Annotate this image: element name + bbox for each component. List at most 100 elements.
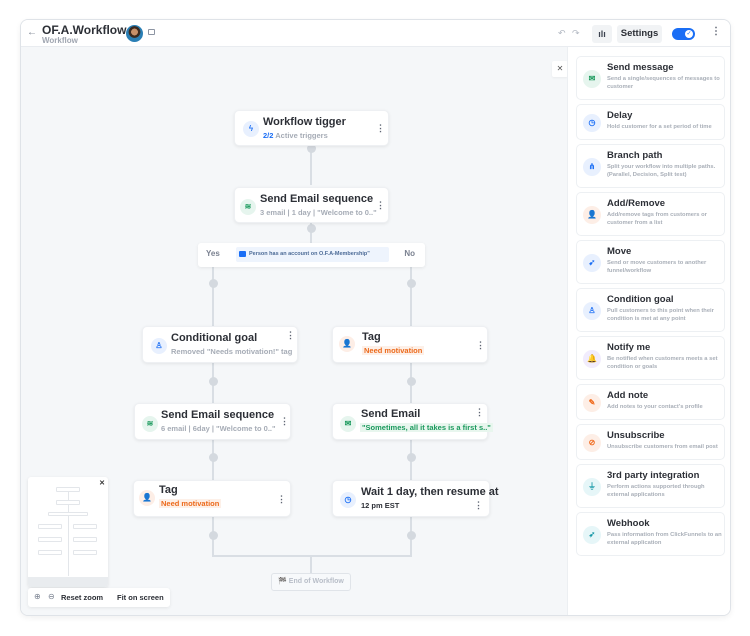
analytics-button[interactable]: ılı bbox=[592, 25, 612, 43]
user-tag-icon: 👤 bbox=[339, 336, 355, 352]
comment-icon[interactable] bbox=[148, 29, 155, 35]
conditional-goal-node[interactable]: ♙ Conditional goal Removed "Needs motiva… bbox=[142, 326, 298, 363]
fit-on-screen-button[interactable]: Fit on screen bbox=[117, 593, 164, 602]
minimap-node bbox=[38, 537, 62, 542]
note-icon: ✎ bbox=[583, 394, 601, 412]
workflow-trigger-node[interactable]: ϟ Workflow tigger 2/2 Active triggers ⋮ bbox=[234, 110, 389, 146]
connector bbox=[212, 267, 214, 327]
action-title: Unsubscribe bbox=[607, 430, 665, 441]
plug-icon: ⏚ bbox=[583, 478, 601, 496]
node-subtitle: 3 email | 1 day | "Welcome to 0.." bbox=[260, 208, 377, 217]
minimap-node bbox=[56, 500, 80, 505]
zoom-controls: ⊕ ⊖ Reset zoom Fit on screen bbox=[28, 588, 170, 607]
action-send-message[interactable]: ✉ Send message Send a single/sequences o… bbox=[576, 56, 725, 100]
minimap-node bbox=[48, 512, 88, 516]
minimap-close-icon[interactable]: ✕ bbox=[99, 479, 105, 487]
node-menu-icon[interactable]: ⋮ bbox=[286, 330, 295, 341]
rocket-icon: ➶ bbox=[583, 526, 601, 544]
action-description: Add notes to your contact's profile bbox=[607, 404, 703, 410]
reset-zoom-button[interactable]: Reset zoom bbox=[61, 593, 103, 602]
workflow-canvas[interactable]: ϟ Workflow tigger 2/2 Active triggers ⋮ … bbox=[21, 47, 568, 615]
user-tag-icon: 👤 bbox=[139, 490, 155, 506]
zoom-out-icon[interactable]: ⊖ bbox=[48, 592, 55, 601]
connector bbox=[310, 555, 312, 573]
node-menu-icon[interactable]: ⋮ bbox=[475, 407, 484, 418]
connector-dot bbox=[209, 531, 218, 540]
connector bbox=[212, 555, 412, 557]
branch-yes-label: Yes bbox=[206, 249, 220, 258]
more-options-icon[interactable]: ⋮ bbox=[711, 26, 721, 37]
connector-dot bbox=[407, 279, 416, 288]
send-email-sequence-node[interactable]: ≋ Send Email sequence 6 email | 6day | "… bbox=[134, 403, 291, 440]
layers-icon: ≋ bbox=[240, 199, 256, 215]
redo-icon[interactable]: ↷ bbox=[572, 28, 580, 39]
end-of-workflow: 🏁 End of Workflow bbox=[271, 573, 351, 591]
branch-no-label: No bbox=[404, 249, 415, 258]
action-delay[interactable]: ◷ Delay Hold customer for a set period o… bbox=[576, 104, 725, 140]
tag-node[interactable]: 👤 Tag Need motivation ⋮ bbox=[133, 480, 291, 517]
condition-icon bbox=[239, 251, 246, 257]
tag-node[interactable]: 👤 Tag Need motivation ⋮ bbox=[332, 326, 488, 363]
node-menu-icon[interactable]: ⋮ bbox=[376, 200, 385, 211]
action-description: Send a single/sequences of messages to c… bbox=[607, 76, 720, 90]
minimap-node bbox=[38, 524, 62, 529]
node-menu-icon[interactable]: ⋮ bbox=[376, 123, 385, 134]
action-3rd-party-integration[interactable]: ⏚ 3rd party integration Perform actions … bbox=[576, 464, 725, 508]
node-menu-icon[interactable]: ⋮ bbox=[277, 494, 286, 505]
action-title: Send message bbox=[607, 62, 674, 73]
node-title: Tag bbox=[159, 484, 178, 496]
zoom-in-icon[interactable]: ⊕ bbox=[34, 592, 41, 601]
back-arrow-icon[interactable]: ← bbox=[27, 27, 37, 38]
action-add-remove[interactable]: 👤 Add/Remove Add/remove tags from custom… bbox=[576, 192, 725, 236]
trigger-count: 2/2 bbox=[263, 131, 274, 140]
action-webhook[interactable]: ➶ Webhook Pass information from ClickFun… bbox=[576, 512, 725, 556]
minimap[interactable]: ✕ bbox=[28, 477, 108, 587]
action-description: Add/remove tags from customers or custom… bbox=[607, 212, 707, 226]
minimap-node bbox=[73, 537, 97, 542]
action-move[interactable]: ➹ Move Send or move customers to another… bbox=[576, 240, 725, 284]
branch-condition[interactable]: Person has an account on O.F.A-Membershi… bbox=[236, 247, 389, 262]
goal-icon: ♙ bbox=[151, 338, 167, 354]
action-description: Be notified when customers meets a set c… bbox=[607, 356, 718, 370]
branch-decision-bar[interactable]: Yes Person has an account on O.F.A-Membe… bbox=[198, 243, 425, 267]
toggle-check-icon: ✓ bbox=[685, 30, 693, 38]
panel-close-icon[interactable]: ✕ bbox=[552, 61, 568, 77]
header-bar: ← OF.A.Workflow Workflow ↶ ↷ ılı Setting… bbox=[21, 20, 730, 47]
connector-dot bbox=[407, 453, 416, 462]
action-title: Notify me bbox=[607, 342, 651, 353]
node-subtitle: Removed "Needs motivation!" tag bbox=[171, 347, 293, 356]
wait-delay-node[interactable]: ◷ Wait 1 day, then resume at 12 pm EST ⋮ bbox=[332, 480, 499, 517]
node-menu-icon[interactable]: ⋮ bbox=[280, 416, 289, 427]
node-subtitle: 6 email | 6day | "Welcome to 0.." bbox=[161, 424, 276, 433]
bell-icon: 🔔 bbox=[583, 350, 601, 368]
settings-button[interactable]: Settings bbox=[617, 25, 662, 43]
action-description: Pull customers to this point when their … bbox=[607, 308, 714, 322]
workflow-title: OF.A.Workflow bbox=[42, 23, 127, 37]
node-title: Workflow tigger bbox=[263, 116, 346, 128]
action-add-note[interactable]: ✎ Add note Add notes to your contact's p… bbox=[576, 384, 725, 420]
minimap-footer bbox=[28, 577, 108, 587]
node-title: Send Email sequence bbox=[260, 193, 374, 205]
action-unsubscribe[interactable]: ⊘ Unsubscribe Unsubscribe customers from… bbox=[576, 424, 725, 460]
action-title: Condition goal bbox=[607, 294, 674, 305]
minimap-node bbox=[73, 524, 97, 529]
minimap-node bbox=[56, 487, 80, 492]
node-subtitle: 12 pm EST bbox=[361, 501, 400, 510]
node-menu-icon[interactable]: ⋮ bbox=[476, 340, 485, 351]
node-title: Tag bbox=[362, 331, 381, 343]
app-window: ← OF.A.Workflow Workflow ↶ ↷ ılı Setting… bbox=[20, 19, 731, 616]
node-title: Conditional goal bbox=[171, 332, 258, 344]
send-email-node[interactable]: ✉ Send Email "Sometimes, all it takes is… bbox=[332, 403, 493, 440]
action-title: Webhook bbox=[607, 518, 650, 529]
action-notify-me[interactable]: 🔔 Notify me Be notified when customers m… bbox=[576, 336, 725, 380]
undo-icon[interactable]: ↶ bbox=[558, 28, 566, 39]
action-condition-goal[interactable]: ♙ Condition goal Pull customers to this … bbox=[576, 288, 725, 332]
connector-dot bbox=[209, 279, 218, 288]
action-branch-path[interactable]: ⋔ Branch path Split your workflow into m… bbox=[576, 144, 725, 188]
publish-toggle[interactable]: ✓ bbox=[672, 28, 695, 40]
action-title: 3rd party integration bbox=[607, 470, 700, 481]
user-avatar[interactable] bbox=[126, 25, 143, 42]
connector-dot bbox=[407, 531, 416, 540]
node-menu-icon[interactable]: ⋮ bbox=[474, 500, 483, 511]
send-email-sequence-node[interactable]: ≋ Send Email sequence 3 email | 1 day | … bbox=[234, 187, 389, 223]
